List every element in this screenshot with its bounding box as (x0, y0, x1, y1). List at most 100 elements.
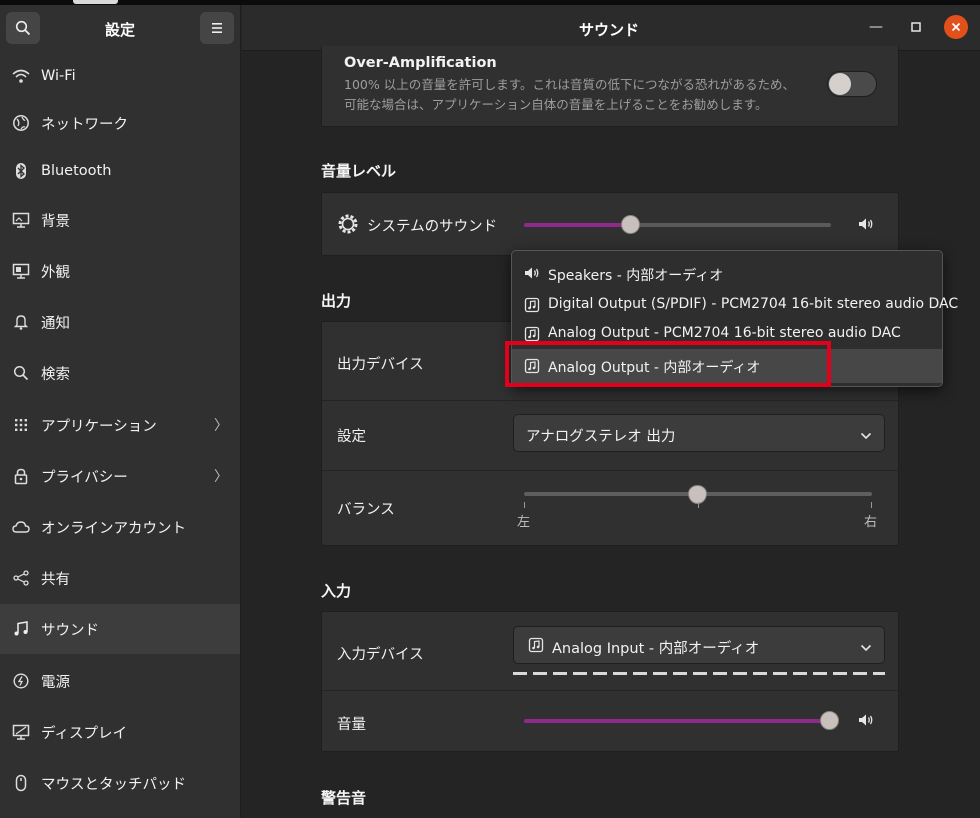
audio-card-icon (524, 326, 540, 342)
chevron-right-icon: 〉 (214, 469, 228, 485)
sidebar-item-appearance[interactable]: 外観 (0, 246, 240, 296)
speaker-icon (524, 266, 540, 282)
sidebar-item-label: 背景 (41, 213, 70, 230)
sidebar-item-displays[interactable]: ディスプレイ (0, 707, 240, 757)
sidebar-item-search[interactable]: 検索 (0, 348, 240, 398)
option-label: Speakers - 内部オーディオ (548, 268, 724, 284)
selection-highlight-box (505, 341, 831, 387)
maximize-icon (911, 22, 921, 32)
toggle-knob (829, 73, 851, 95)
gear-icon (337, 213, 359, 239)
output-device-option[interactable]: Digital Output (S/PDIF) - PCM2704 16-bit… (512, 289, 958, 321)
tick-mark (524, 502, 525, 508)
hamburger-icon (212, 23, 222, 33)
sidebar-item-applications[interactable]: アプリケーション 〉 (0, 400, 240, 450)
sidebar-title: 設定 (104, 21, 135, 39)
system-sounds-slider-fill (524, 223, 632, 227)
sidebar-item-mouse-touchpad[interactable]: マウスとタッチパッド (0, 758, 240, 808)
input-volume-label: 音量 (337, 717, 366, 733)
sidebar-item-label: ネットワーク (41, 116, 128, 133)
sidebar-item-label: 検索 (41, 366, 70, 383)
input-device-value: Analog Input - 内部オーディオ (552, 641, 760, 657)
sidebar-item-label: 外観 (41, 264, 70, 281)
chevron-down-icon (860, 640, 872, 656)
minimize-icon: — (869, 19, 883, 35)
sidebar-item-label: 共有 (41, 571, 70, 588)
sidebar-item-label: 通知 (41, 315, 70, 332)
sidebar-item-wifi[interactable]: Wi-Fi (0, 51, 240, 101)
sidebar-item-privacy[interactable]: プライバシー 〉 (0, 451, 240, 501)
bell-icon (11, 312, 31, 332)
close-button[interactable] (944, 15, 968, 39)
power-icon (11, 671, 31, 691)
main-header: サウンド — (242, 5, 980, 51)
sidebar-item-notifications[interactable]: 通知 (0, 297, 240, 347)
sidebar-item-label: プライバシー (41, 469, 128, 486)
balance-left-label: 左 (517, 515, 531, 530)
sidebar-item-label: オンラインアカウント (41, 520, 186, 537)
display-icon (11, 722, 31, 742)
main-panel: サウンド — Over-Amplification 100% 以上の音量を許可し… (242, 5, 980, 818)
tick-mark (871, 502, 872, 508)
audio-card-icon (528, 637, 544, 657)
speaker-icon (858, 217, 874, 235)
apps-grid-icon (11, 415, 31, 435)
chevron-down-icon (860, 428, 872, 444)
over-amplification-title: Over-Amplification (344, 55, 497, 71)
chevron-right-icon: 〉 (214, 418, 228, 434)
output-config-label: 設定 (337, 429, 366, 445)
row-separator (322, 690, 898, 691)
sidebar-item-label: 電源 (41, 674, 70, 691)
close-icon (951, 22, 961, 32)
output-config-value: アナログステレオ 出力 (526, 429, 676, 445)
over-amplification-card: Over-Amplification 100% 以上の音量を許可します。これは音… (321, 46, 899, 127)
input-volume-slider-fill (524, 719, 830, 723)
speaker-icon (858, 713, 874, 731)
sidebar-item-online-accounts[interactable]: オンラインアカウント (0, 502, 240, 552)
system-sounds-label: システムのサウンド (367, 219, 498, 235)
sidebar-item-sound[interactable]: サウンド (0, 604, 240, 654)
sidebar-header: 設定 (0, 5, 241, 51)
appearance-icon (11, 261, 31, 281)
sidebar-item-power[interactable]: 電源 (0, 656, 240, 706)
sidebar-item-label: サウンド (41, 622, 99, 639)
search-icon (15, 20, 31, 36)
sidebar-item-sharing[interactable]: 共有 (0, 553, 240, 603)
sidebar-item-network[interactable]: ネットワーク (0, 98, 240, 148)
row-separator (322, 470, 898, 471)
sidebar-item-label: ディスプレイ (41, 725, 127, 742)
sidebar-item-label: アプリケーション (41, 418, 157, 435)
row-separator (322, 400, 898, 401)
top-nub (73, 0, 118, 4)
mouse-icon (11, 773, 31, 793)
sidebar-item-label: Bluetooth (41, 163, 112, 179)
option-label: Analog Output - PCM2704 16-bit stereo au… (548, 325, 901, 341)
output-config-dropdown[interactable]: アナログステレオ 出力 (513, 414, 885, 452)
system-sounds-slider-knob[interactable] (621, 215, 641, 234)
minimize-button[interactable]: — (864, 15, 888, 39)
wifi-icon (11, 66, 31, 86)
over-amplification-desc-line1: 100% 以上の音量を許可します。これは音質の低下につながる恐れがあるため、 (344, 77, 795, 92)
sidebar-item-label: マウスとタッチパッド (41, 776, 186, 793)
volume-levels-title: 音量レベル (321, 162, 397, 180)
over-amplification-toggle[interactable] (827, 71, 877, 97)
sidebar-item-background[interactable]: 背景 (0, 195, 240, 245)
input-device-dropdown[interactable]: Analog Input - 内部オーディオ (513, 626, 885, 664)
output-title: 出力 (321, 292, 352, 310)
input-volume-slider-knob[interactable] (820, 711, 839, 730)
bluetooth-icon (11, 161, 31, 181)
tick-mark (698, 502, 699, 508)
menu-button[interactable] (200, 12, 234, 44)
over-amplification-desc-line2: 可能な場合は、アプリケーション自体の音量を上げることをお勧めします。 (344, 97, 768, 112)
output-device-option[interactable]: Speakers - 内部オーディオ (512, 258, 942, 290)
cloud-icon (11, 517, 31, 537)
search-button[interactable] (6, 12, 40, 44)
sidebar-item-bluetooth[interactable]: Bluetooth (0, 146, 240, 196)
balance-right-label: 右 (864, 515, 878, 530)
audio-card-icon (524, 297, 540, 313)
search-icon (11, 363, 31, 383)
music-note-icon (11, 619, 31, 639)
maximize-button[interactable] (904, 15, 928, 39)
output-device-label: 出力デバイス (337, 357, 424, 373)
input-card: 入力デバイス Analog Input - 内部オーディオ 音量 (321, 611, 899, 752)
